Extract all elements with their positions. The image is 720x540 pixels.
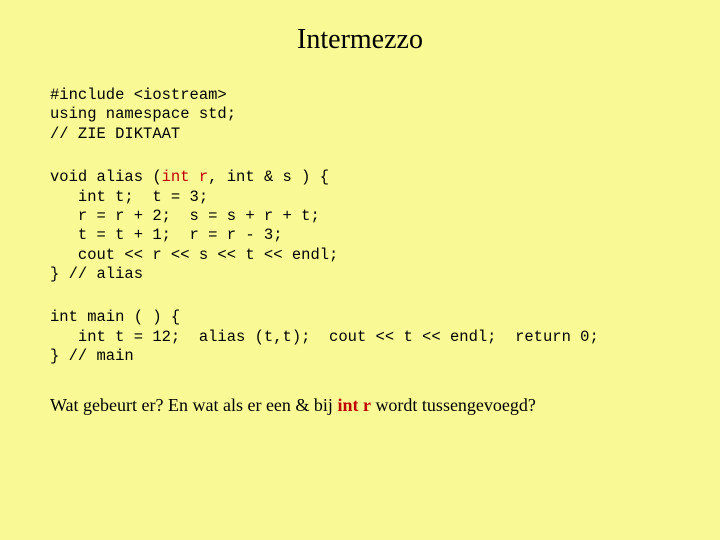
question-text: Wat gebeurt er? En wat als er een & bij …	[50, 395, 670, 416]
code-block-includes: #include <iostream> using namespace std;…	[50, 86, 670, 144]
code-line: #include <iostream>	[50, 86, 227, 104]
code-block-alias: void alias (int r, int & s ) { int t; t …	[50, 168, 670, 284]
code-line: } // alias	[50, 265, 143, 283]
highlighted-keyword: int r	[337, 395, 371, 415]
code-line: } // main	[50, 347, 134, 365]
code-line: // ZIE DIKTAAT	[50, 125, 180, 143]
code-line: cout << r << s << t << endl;	[50, 246, 338, 264]
code-line: using namespace std;	[50, 105, 236, 123]
code-line: int main ( ) {	[50, 308, 180, 326]
code-line: t = t + 1; r = r - 3;	[50, 226, 283, 244]
code-line: r = r + 2; s = s + r + t;	[50, 207, 320, 225]
code-fragment: , int & s ) {	[208, 168, 329, 186]
code-line: int t = 12; alias (t,t); cout << t << en…	[50, 328, 599, 346]
code-line: int t; t = 3;	[50, 188, 208, 206]
slide-title: Intermezzo	[50, 24, 670, 56]
code-block-main: int main ( ) { int t = 12; alias (t,t); …	[50, 308, 670, 366]
question-fragment: wordt tussengevoegd?	[371, 395, 536, 415]
question-fragment: Wat gebeurt er? En wat als er een & bij	[50, 395, 337, 415]
code-fragment: void alias (	[50, 168, 162, 186]
code-line: void alias (int r, int & s ) {	[50, 168, 329, 186]
highlighted-keyword: int r	[162, 168, 209, 186]
slide: Intermezzo #include <iostream> using nam…	[0, 0, 720, 540]
